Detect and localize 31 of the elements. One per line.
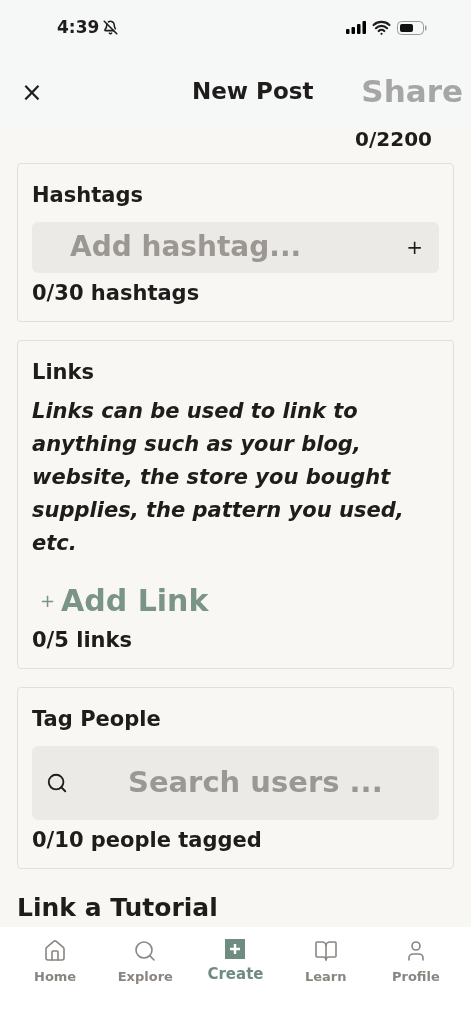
battery-icon bbox=[397, 20, 427, 35]
tagged-counter: 0/10 people tagged bbox=[32, 826, 263, 854]
close-button[interactable]: × bbox=[20, 78, 44, 105]
section-heading: Link a Tutorial bbox=[17, 892, 219, 924]
tab-bar-item[interactable]: Profile bbox=[372, 938, 459, 986]
search-input[interactable]: Search users ... bbox=[128, 760, 428, 805]
section-title: Tag People bbox=[32, 706, 162, 733]
add-hashtag-button[interactable]: + bbox=[406, 232, 423, 262]
signal-icon bbox=[346, 21, 366, 34]
plus-square-icon bbox=[225, 938, 246, 959]
search-icon bbox=[46, 771, 68, 794]
section-title: Links bbox=[32, 359, 95, 386]
search-icon bbox=[133, 938, 158, 963]
hashtag-field[interactable]: Add hashtag... + bbox=[32, 221, 439, 273]
add-link-button[interactable]: + Add Link bbox=[32, 577, 209, 623]
wifi-icon bbox=[372, 18, 391, 37]
status-time: 4:39 bbox=[57, 15, 100, 39]
section-title: Hashtags bbox=[32, 182, 144, 209]
book-icon bbox=[313, 938, 338, 963]
tab-bar-item[interactable]: Home bbox=[12, 938, 99, 986]
home-icon bbox=[43, 938, 68, 963]
caption-counter: 0/2200 bbox=[355, 128, 432, 150]
tab-bar-item[interactable]: Explore bbox=[102, 938, 189, 986]
hashtag-counter: 0/30 hashtags bbox=[32, 279, 201, 307]
links-counter: 0/5 links bbox=[32, 626, 134, 654]
tab-bar-item[interactable]: Create bbox=[192, 938, 279, 985]
tab-bar-item[interactable]: Learn bbox=[282, 938, 369, 986]
user-search-field[interactable]: Search users ... bbox=[32, 745, 439, 820]
muted-bell-icon bbox=[103, 20, 119, 35]
links-description: Links can be used to link to anything such as your blog, website, the store you bought supplies, the pattern you used, etc. bbox=[32, 397, 404, 557]
page-title: New Post bbox=[191, 77, 314, 107]
